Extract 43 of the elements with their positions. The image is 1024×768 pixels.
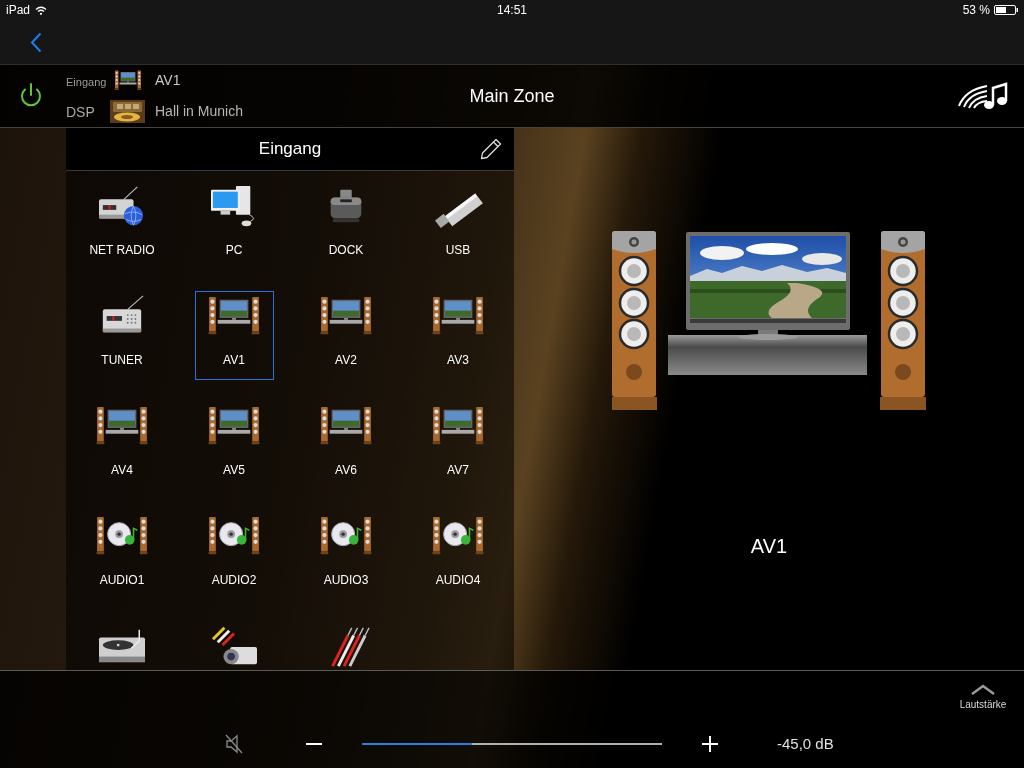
plus-icon	[702, 736, 718, 752]
input-source-button[interactable]: AV3	[418, 291, 498, 380]
input-source-button[interactable]: AUDIO2	[194, 511, 274, 600]
input-source-button[interactable]: AV2	[306, 291, 386, 380]
dsp-program: Hall in Munich	[155, 102, 243, 121]
battery-icon	[994, 5, 1018, 15]
battery-percent: 53 %	[962, 2, 990, 19]
wifi-icon	[35, 5, 48, 15]
back-chevron-icon	[30, 31, 42, 53]
clock-time: 14:51	[496, 2, 527, 19]
input-source-button[interactable]: AUDIO1	[82, 511, 162, 600]
device-name: iPad	[6, 2, 31, 19]
input-value: AV1	[155, 71, 181, 90]
wireless-music-button[interactable]	[956, 81, 1010, 111]
concert-hall-icon	[110, 100, 145, 123]
zone-title: Main Zone	[469, 84, 555, 108]
input-source-button[interactable]: AV7	[418, 401, 498, 490]
input-source-button[interactable]: DOCK	[306, 181, 386, 270]
input-label: Eingang	[66, 75, 107, 88]
input-source-button[interactable]: AV1	[194, 291, 274, 380]
input-source-button[interactable]: AV4	[82, 401, 162, 490]
edit-button[interactable]	[478, 136, 504, 162]
speakers-tv-icon	[113, 68, 142, 93]
input-source-button[interactable]: AV5	[194, 401, 274, 490]
input-source-button[interactable]: AUDIO4	[418, 511, 498, 600]
volume-reading: -45,0 dB	[777, 733, 834, 754]
chevron-up-icon	[971, 684, 995, 695]
dsp-label: DSP	[66, 103, 95, 120]
minus-icon	[306, 743, 322, 745]
selected-input-title: AV1	[750, 534, 788, 558]
volume-expand-button[interactable]: Lautstärke	[954, 684, 1012, 712]
power-icon[interactable]	[19, 83, 43, 109]
input-source-button[interactable]: AUDIO3	[306, 511, 386, 600]
input-source-button[interactable]: AV6	[306, 401, 386, 490]
back-button[interactable]	[28, 30, 44, 54]
wireless-music-icon	[957, 82, 1009, 110]
pencil-icon	[480, 138, 502, 160]
input-source-button[interactable]: USB	[418, 181, 498, 270]
input-source-button[interactable]: NET RADIO	[82, 181, 162, 270]
input-source-button[interactable]: PC	[194, 181, 274, 270]
panel-title: Eingang	[258, 138, 322, 161]
input-source-button[interactable]: TUNER	[82, 291, 162, 380]
speaker-muted-icon	[224, 733, 244, 755]
